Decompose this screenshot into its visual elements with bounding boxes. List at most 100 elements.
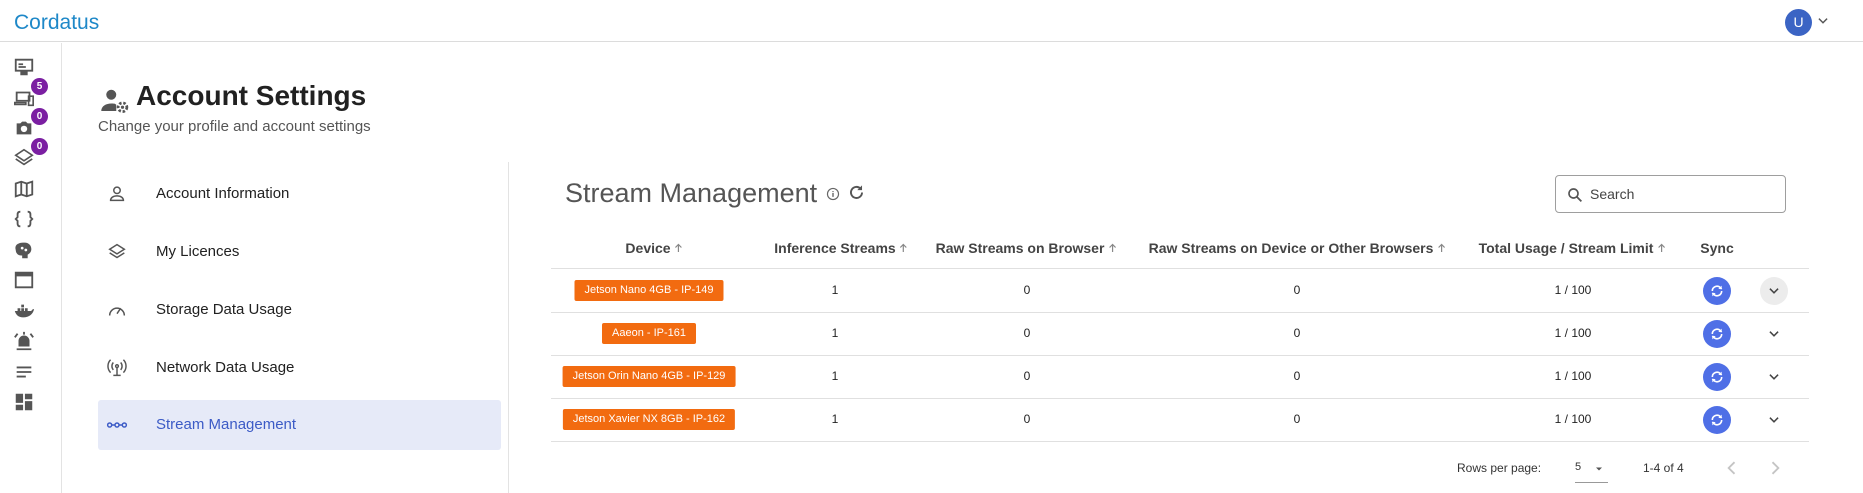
sync-button[interactable] — [1703, 406, 1731, 434]
section-divider — [508, 162, 509, 493]
code-braces-icon — [14, 210, 34, 228]
chevron-down-icon — [1769, 374, 1779, 380]
rows-per-page-select[interactable]: 5 — [1575, 459, 1608, 483]
sync-icon — [1711, 285, 1723, 297]
device-chip[interactable]: Jetson Nano 4GB - IP-149 — [574, 280, 724, 301]
layers-icon — [108, 243, 126, 259]
search-field[interactable] — [1555, 175, 1786, 213]
usage-cell: 1 / 100 — [1554, 369, 1592, 383]
stream-icon — [106, 422, 128, 428]
raw-browser-cell: 0 — [1023, 283, 1031, 297]
chevron-down-icon — [1769, 417, 1779, 423]
menu-item-network-data-usage[interactable]: Network Data Usage — [98, 343, 501, 393]
rail-item-dashboard[interactable] — [13, 391, 35, 413]
rail-item-alarms[interactable] — [13, 330, 35, 352]
expand-row-button[interactable] — [1760, 277, 1788, 305]
rail-item-layers[interactable]: 0 — [13, 138, 48, 169]
raw-device-cell: 0 — [1293, 326, 1301, 340]
list-icon — [16, 366, 32, 378]
raw-browser-cell: 0 — [1023, 412, 1031, 426]
raw-device-cell: 0 — [1293, 369, 1301, 383]
column-header-inference-streams[interactable]: Inference Streams — [774, 240, 909, 256]
sort-arrow-icon — [675, 243, 683, 252]
cameras-count-badge: 0 — [31, 108, 48, 125]
rail-item-devices[interactable]: 5 — [13, 78, 48, 109]
search-input[interactable] — [1590, 184, 1775, 204]
column-header-device[interactable]: Device — [625, 240, 684, 256]
usage-cell: 1 / 100 — [1554, 283, 1592, 297]
caret-down-icon — [1596, 467, 1602, 471]
device-chip[interactable]: Jetson Orin Nano 4GB - IP-129 — [562, 366, 736, 387]
user-avatar[interactable]: U — [1785, 9, 1812, 36]
usage-cell: 1 / 100 — [1554, 412, 1592, 426]
expand-row-button[interactable] — [1760, 363, 1788, 391]
menu-item-label: Network Data Usage — [156, 359, 295, 376]
rail-item-cameras[interactable]: 0 — [13, 108, 48, 139]
brand-logo[interactable]: Cordatus — [14, 11, 99, 35]
raw-device-cell: 0 — [1293, 283, 1301, 297]
inference-streams-cell: 1 — [831, 412, 839, 426]
rows-per-page-value: 5 — [1575, 461, 1582, 473]
inference-streams-cell: 1 — [831, 369, 839, 383]
menu-item-my-licences[interactable]: My Licences — [98, 227, 501, 277]
rail-item-map[interactable] — [13, 178, 35, 200]
raw-browser-cell: 0 — [1023, 326, 1031, 340]
rail-item-window[interactable] — [13, 269, 35, 291]
menu-item-label: Account Information — [156, 185, 290, 202]
pagination-range: 1-4 of 4 — [1643, 461, 1684, 475]
sync-icon — [1711, 328, 1723, 340]
column-header-raw-streams-device[interactable]: Raw Streams on Device or Other Browsers — [1149, 240, 1448, 256]
device-chip[interactable]: Aaeon - IP-161 — [602, 323, 696, 344]
table-row: Jetson Orin Nano 4GB - IP-129 1 0 0 1 / … — [551, 355, 1809, 398]
expand-row-button[interactable] — [1760, 320, 1788, 348]
rail-item-monitor[interactable] — [13, 56, 35, 78]
chevron-down-icon[interactable] — [1816, 14, 1830, 28]
antenna-icon — [107, 359, 127, 377]
sort-arrow-icon — [1657, 243, 1665, 252]
sync-icon — [1711, 414, 1723, 426]
chevron-right-icon[interactable] — [1765, 458, 1785, 478]
rail-item-docker[interactable] — [13, 300, 35, 322]
raw-device-cell: 0 — [1293, 412, 1301, 426]
row-divider — [551, 441, 1809, 442]
inference-streams-cell: 1 — [831, 283, 839, 297]
page-subtitle: Change your profile and account settings — [98, 118, 371, 135]
dashboard-icon — [15, 393, 33, 411]
sort-arrow-icon — [900, 243, 908, 252]
window-icon — [14, 271, 34, 289]
chevron-left-icon[interactable] — [1722, 458, 1742, 478]
menu-item-account-information[interactable]: Account Information — [98, 169, 501, 219]
top-bar: Cordatus U — [0, 0, 1863, 42]
menu-item-label: Stream Management — [156, 416, 297, 433]
column-header-raw-streams-browser[interactable]: Raw Streams on Browser — [936, 240, 1119, 256]
expand-row-button[interactable] — [1760, 406, 1788, 434]
column-header-sync: Sync — [1700, 240, 1734, 256]
rail-item-code[interactable] — [13, 208, 35, 230]
sync-icon — [1711, 371, 1723, 383]
map-icon — [14, 180, 34, 198]
sync-button[interactable] — [1703, 277, 1731, 305]
alarm-icon — [14, 331, 34, 351]
sync-button[interactable] — [1703, 363, 1731, 391]
inference-streams-cell: 1 — [831, 326, 839, 340]
refresh-icon[interactable] — [847, 183, 866, 202]
raw-browser-cell: 0 — [1023, 369, 1031, 383]
brain-icon — [15, 242, 32, 259]
rail-item-ai[interactable] — [13, 239, 35, 261]
page-title: Account Settings — [136, 80, 367, 111]
device-chip[interactable]: Jetson Xavier NX 8GB - IP-162 — [562, 409, 736, 430]
sort-arrow-icon — [1437, 243, 1445, 252]
search-icon — [1568, 188, 1583, 203]
menu-item-stream-management[interactable]: Stream Management — [98, 400, 501, 450]
table-row: Jetson Xavier NX 8GB - IP-162 1 0 0 1 / … — [551, 398, 1809, 441]
info-icon[interactable] — [826, 187, 840, 201]
account-settings-icon — [101, 89, 129, 113]
menu-item-storage-data-usage[interactable]: Storage Data Usage — [98, 285, 501, 335]
column-header-total-usage[interactable]: Total Usage / Stream Limit — [1479, 240, 1668, 256]
layers-count-badge: 0 — [31, 138, 48, 155]
sync-button[interactable] — [1703, 320, 1731, 348]
menu-item-label: Storage Data Usage — [156, 301, 292, 318]
chevron-down-icon — [1769, 288, 1779, 294]
navigation-rail: 5 0 0 — [0, 43, 62, 493]
rail-item-logs[interactable] — [13, 361, 35, 383]
